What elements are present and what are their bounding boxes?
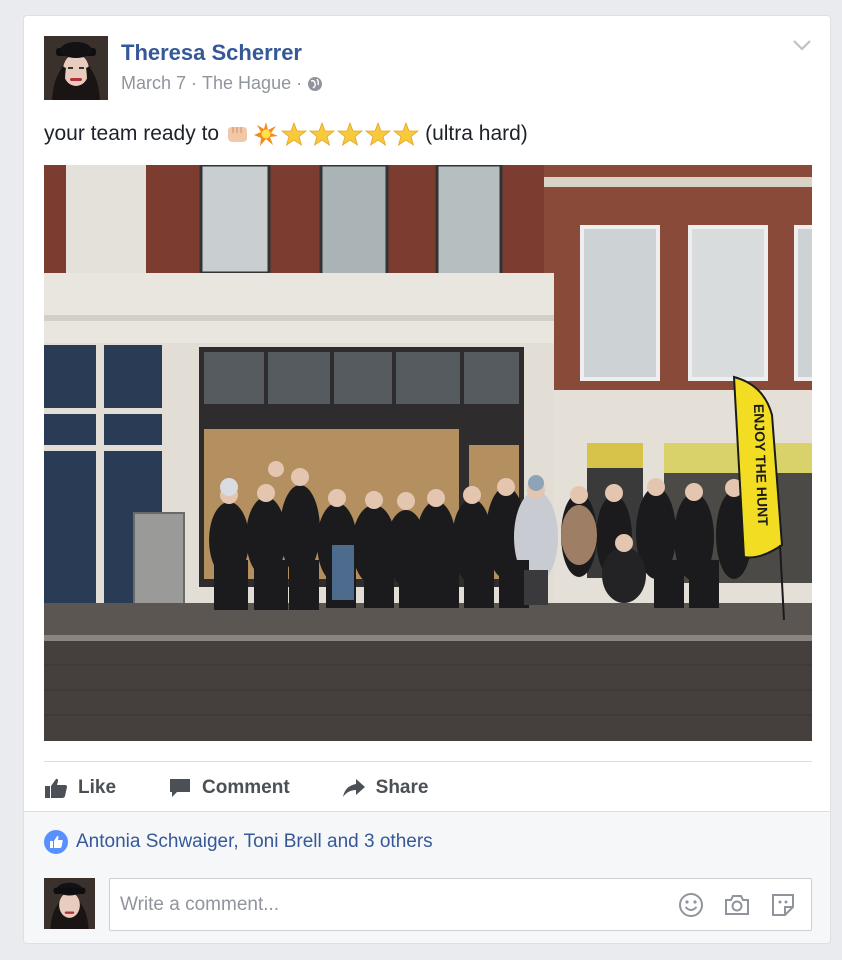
thumbs-up-icon	[45, 778, 67, 798]
chevron-down-icon[interactable]	[792, 38, 812, 52]
comment-input[interactable]	[110, 879, 670, 930]
meta-separator: ·	[191, 73, 198, 93]
likes-text[interactable]: Antonia Schwaiger, Toni Brell and 3 othe…	[76, 831, 433, 853]
star-icon	[393, 121, 420, 146]
comment-box	[109, 878, 812, 931]
post-text-start: your team ready to	[44, 122, 220, 145]
share-arrow-icon	[342, 779, 365, 797]
post-location[interactable]: The Hague	[202, 73, 291, 94]
emoji-smiley-icon[interactable]	[677, 891, 705, 919]
comment-label: Comment	[202, 777, 290, 798]
camera-icon[interactable]	[723, 891, 751, 919]
emoji-row	[225, 121, 420, 147]
post-meta: March 7 · The Hague ·	[121, 73, 323, 94]
post-card: Theresa Scherrer March 7 · The Hague · y…	[23, 15, 831, 944]
collision-icon	[254, 122, 279, 146]
meta-separator: ·	[296, 73, 303, 93]
comment-button[interactable]: Comment	[168, 777, 290, 799]
post-text-end: (ultra hard)	[425, 122, 528, 145]
post-date[interactable]: March 7	[121, 73, 186, 94]
author-name[interactable]: Theresa Scherrer	[121, 40, 302, 66]
post-actions: Like Comment Share	[44, 768, 480, 808]
post-text: your team ready to (ultra hard)	[44, 121, 528, 147]
like-label: Like	[78, 777, 117, 798]
globe-icon[interactable]	[307, 76, 323, 92]
star-icon	[337, 121, 364, 146]
author-avatar[interactable]	[44, 36, 108, 100]
sticker-icon[interactable]	[769, 891, 797, 919]
post-footer: Antonia Schwaiger, Toni Brell and 3 othe…	[24, 811, 830, 943]
comment-tools	[677, 891, 797, 919]
star-icon	[309, 121, 336, 146]
share-label: Share	[375, 777, 429, 798]
like-button[interactable]: Like	[44, 777, 116, 799]
star-icon	[365, 121, 392, 146]
fist-emoji-icon	[228, 127, 248, 142]
share-button[interactable]: Share	[342, 777, 429, 799]
comment-icon	[170, 779, 191, 797]
post-photo[interactable]: ENJOY THE HUNT	[44, 165, 812, 741]
star-icon	[281, 121, 308, 146]
divider	[44, 761, 812, 762]
commenter-avatar[interactable]	[44, 878, 95, 929]
likes-summary[interactable]: Antonia Schwaiger, Toni Brell and 3 othe…	[44, 830, 433, 854]
like-badge-icon	[44, 830, 68, 854]
